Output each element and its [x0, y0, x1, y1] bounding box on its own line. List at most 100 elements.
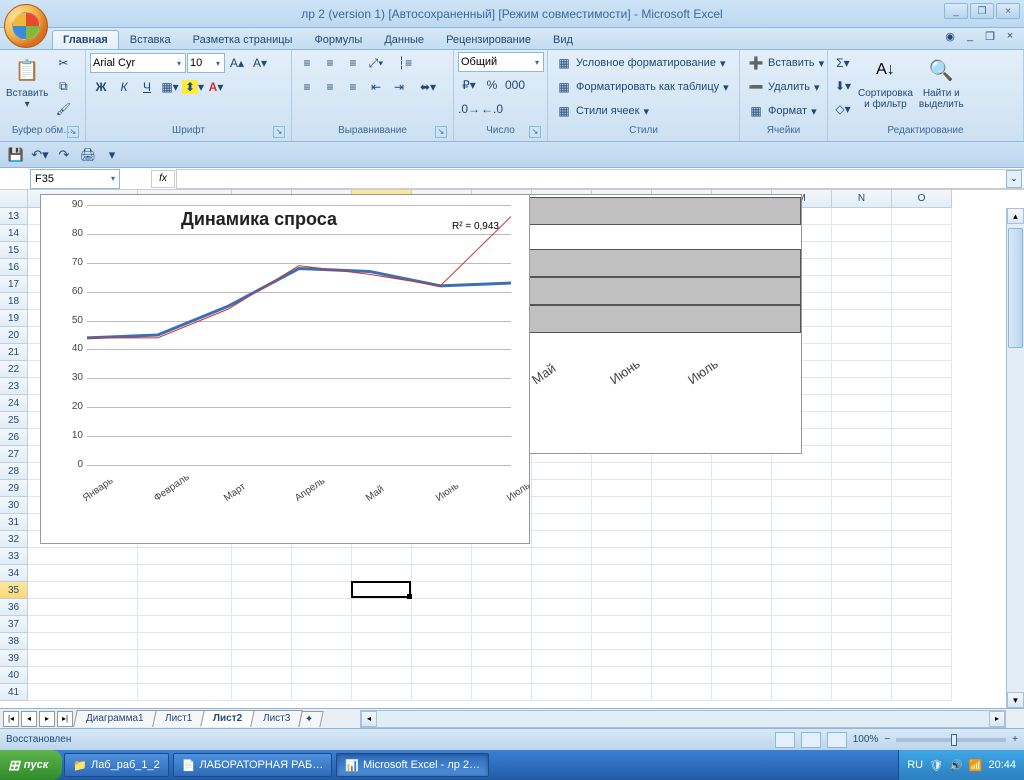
tray-icon[interactable]: 🔊	[949, 759, 963, 772]
redo-button[interactable]: ↷	[54, 145, 74, 165]
row-header-21[interactable]: 21	[0, 344, 28, 361]
find-select-button[interactable]: 🔍 Найти и выделить	[917, 52, 966, 112]
comma-button[interactable]: 000	[504, 74, 526, 96]
row-header-38[interactable]: 38	[0, 633, 28, 650]
decrease-indent-button[interactable]: ⇤	[365, 76, 387, 98]
italic-button[interactable]: К	[113, 76, 135, 98]
delete-cells-button[interactable]: ➖Удалить ▾	[744, 76, 824, 98]
mdi-restore-icon[interactable]: ❐	[982, 30, 998, 44]
align-right-button[interactable]: ≡	[342, 76, 364, 98]
number-format-combo[interactable]: Общий▾	[458, 52, 544, 72]
autosum-button[interactable]: Σ▾	[832, 52, 854, 74]
fx-button[interactable]: fx	[151, 170, 175, 188]
row-header-35[interactable]: 35	[0, 582, 28, 599]
formula-input[interactable]	[176, 169, 1024, 189]
mdi-min-icon[interactable]: _	[962, 30, 978, 44]
dialog-launcher-icon[interactable]: ↘	[435, 126, 447, 138]
print-button[interactable]: 🖨	[78, 145, 98, 165]
sheet-tab-Лист1[interactable]: Лист1	[152, 710, 205, 727]
format-as-table-button[interactable]: ▦Форматировать как таблицу ▾	[552, 76, 733, 98]
taskbar-item[interactable]: 📁Лаб_раб_1_2	[64, 753, 168, 777]
row-header-29[interactable]: 29	[0, 480, 28, 497]
mdi-close-icon[interactable]: ×	[1002, 30, 1018, 44]
paste-button[interactable]: 📋 Вставить▾	[4, 52, 50, 112]
office-button[interactable]	[4, 4, 48, 48]
row-header-15[interactable]: 15	[0, 242, 28, 259]
percent-button[interactable]: %	[481, 74, 503, 96]
row-header-25[interactable]: 25	[0, 412, 28, 429]
scroll-left-button[interactable]: ◂	[361, 711, 377, 727]
decrease-decimal-button[interactable]: ←.0	[481, 98, 503, 120]
cut-button[interactable]: ✂	[52, 52, 74, 74]
taskbar-item[interactable]: 📄ЛАБОРАТОРНАЯ РАБ…	[173, 753, 333, 777]
sheet-tab-Лист2[interactable]: Лист2	[200, 710, 255, 727]
currency-button[interactable]: ₽▾	[458, 74, 480, 96]
worksheet-grid[interactable]: BCDEFGHIJKLMNO 1314151617181920212223242…	[0, 190, 1024, 708]
clock[interactable]: 20:44	[988, 759, 1016, 771]
page-break-view-button[interactable]	[827, 732, 847, 748]
scroll-down-button[interactable]: ▼	[1007, 692, 1024, 708]
zoom-slider[interactable]	[896, 738, 1006, 742]
row-header-26[interactable]: 26	[0, 429, 28, 446]
row-header-23[interactable]: 23	[0, 378, 28, 395]
sheet-nav-next[interactable]: ▸	[39, 711, 55, 727]
chevron-down-icon[interactable]: ▾	[111, 174, 115, 183]
shrink-font-button[interactable]: A▾	[249, 52, 271, 74]
sheet-tab-Лист3[interactable]: Лист3	[250, 710, 303, 727]
scroll-right-button[interactable]: ▸	[989, 711, 1005, 727]
chevron-down-icon[interactable]: ▾	[214, 59, 222, 68]
restore-button[interactable]: ❐	[970, 3, 994, 19]
vertical-scrollbar[interactable]: ▲ ▼	[1006, 208, 1024, 708]
language-indicator[interactable]: RU	[907, 759, 923, 771]
ribbon-tab-Вставка[interactable]: Вставка	[119, 30, 182, 49]
merge-center-button[interactable]: ⬌▾	[411, 76, 445, 98]
font-color-button[interactable]: A▾	[205, 76, 227, 98]
zoom-level[interactable]: 100%	[853, 734, 879, 745]
fill-button[interactable]: ⬇▾	[832, 75, 854, 97]
page-layout-view-button[interactable]	[801, 732, 821, 748]
expand-formula-bar-icon[interactable]: ⌄	[1006, 170, 1022, 188]
undo-button[interactable]: ↶▾	[30, 145, 50, 165]
border-button[interactable]: ▦▾	[159, 76, 181, 98]
minimize-button[interactable]: _	[944, 3, 968, 19]
chevron-down-icon[interactable]: ▾	[533, 58, 541, 67]
align-left-button[interactable]: ≡	[296, 76, 318, 98]
save-button[interactable]: 💾	[6, 145, 26, 165]
chevron-down-icon[interactable]: ▾	[175, 59, 183, 68]
row-header-17[interactable]: 17	[0, 276, 28, 293]
row-header-30[interactable]: 30	[0, 497, 28, 514]
scroll-thumb[interactable]	[1008, 228, 1023, 348]
clear-button[interactable]: ◇▾	[832, 98, 854, 120]
underline-button[interactable]: Ч	[136, 76, 158, 98]
conditional-formatting-button[interactable]: ▦Условное форматирование ▾	[552, 52, 729, 74]
grow-font-button[interactable]: A▴	[226, 52, 248, 74]
ribbon-tab-Формулы[interactable]: Формулы	[303, 30, 373, 49]
qat-customize-icon[interactable]: ▾	[102, 145, 122, 165]
sheet-nav-last[interactable]: ▸|	[57, 711, 73, 727]
row-header-24[interactable]: 24	[0, 395, 28, 412]
dialog-launcher-icon[interactable]: ↘	[529, 126, 541, 138]
close-button[interactable]: ×	[996, 3, 1020, 19]
sheet-nav-first[interactable]: |◂	[3, 711, 19, 727]
start-button[interactable]: ⊞ пуск	[0, 750, 62, 780]
ribbon-tab-Разметка страницы[interactable]: Разметка страницы	[182, 30, 304, 49]
row-header-36[interactable]: 36	[0, 599, 28, 616]
row-header-39[interactable]: 39	[0, 650, 28, 667]
copy-button[interactable]: ⧉	[52, 75, 74, 97]
align-bottom-button[interactable]: ≡	[342, 52, 364, 74]
dialog-launcher-icon[interactable]: ↘	[67, 126, 79, 138]
taskbar-item[interactable]: 📊Microsoft Excel - лр 2…	[336, 753, 489, 777]
orientation-button[interactable]: ⤢▾	[365, 52, 387, 74]
bold-button[interactable]: Ж	[90, 76, 112, 98]
normal-view-button[interactable]	[775, 732, 795, 748]
fill-color-button[interactable]: ⬍▾	[182, 76, 204, 98]
align-middle-button[interactable]: ≡	[319, 52, 341, 74]
col-header-O[interactable]: O	[892, 190, 952, 208]
row-header-32[interactable]: 32	[0, 531, 28, 548]
sheet-nav-prev[interactable]: ◂	[21, 711, 37, 727]
format-cells-button[interactable]: ▦Формат ▾	[744, 100, 821, 122]
row-header-13[interactable]: 13	[0, 208, 28, 225]
font-name-combo[interactable]: Arial Cyr▾	[90, 53, 186, 73]
row-header-37[interactable]: 37	[0, 616, 28, 633]
ribbon-tab-Данные[interactable]: Данные	[373, 30, 435, 49]
